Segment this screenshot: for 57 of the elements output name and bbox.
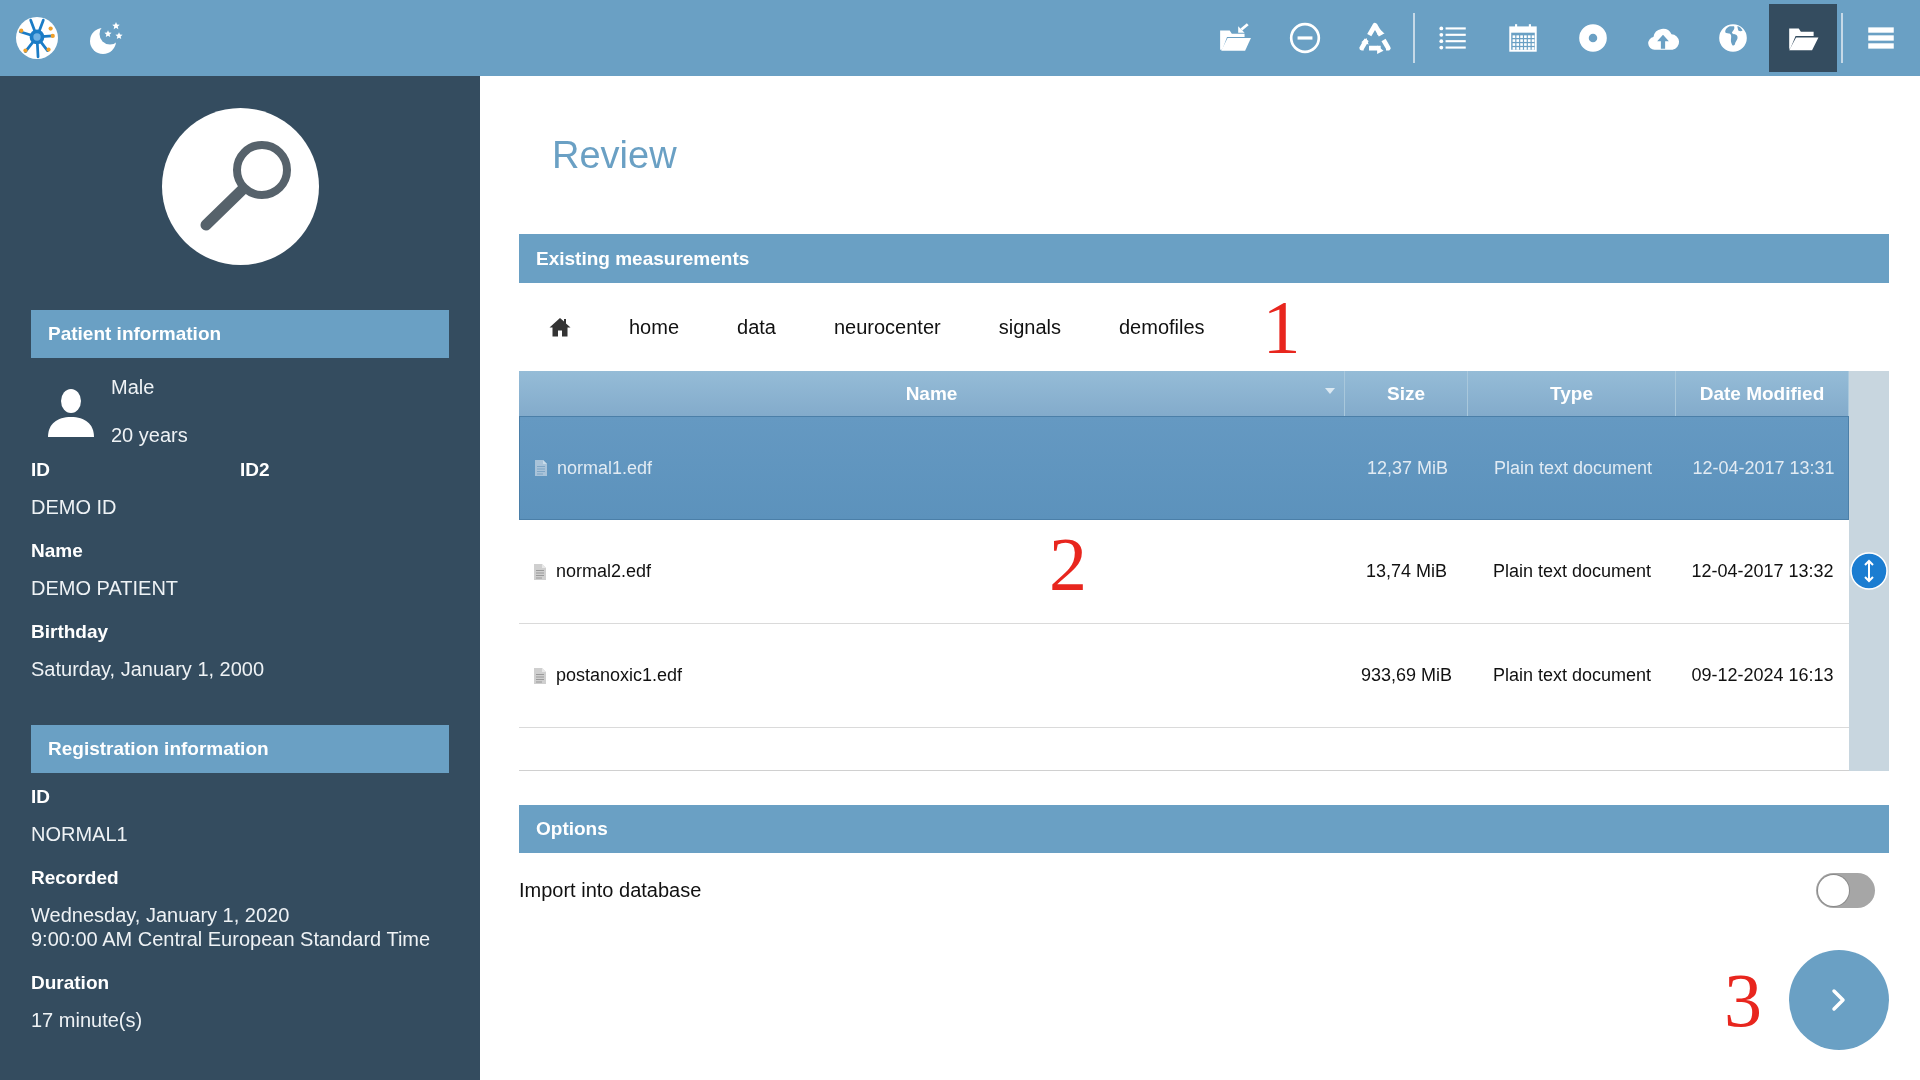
field-label: Duration [31,971,111,995]
field-value: NORMAL1 [31,822,129,846]
scroll-handle-icon[interactable] [1850,552,1888,590]
field-value: DEMO ID [31,495,118,519]
caret-icon [1325,388,1335,394]
page-title: Review [552,133,678,178]
field-label: Name [31,539,84,563]
file-name: normal1.edf [557,457,653,479]
section-header: Options [519,805,1889,853]
field-value: Wednesday, January 1, 2020 [31,903,291,927]
field-value: 9:00:00 AM Central European Standard Time [31,927,432,951]
table-cell: 12-04-2017 13:31 [1692,457,1835,479]
field-value: 17 minute(s) [31,1008,144,1032]
annotation-number: 2 [1049,524,1087,604]
minus-circle-icon [1288,21,1322,55]
breadcrumb-link[interactable]: demofiles [1119,315,1205,339]
table-cell: Plain text document [1492,665,1652,686]
field-value: Saturday, January 1, 2000 [31,657,266,681]
breadcrumb-link[interactable]: data [737,315,776,339]
folder-button[interactable] [1769,4,1837,72]
section-header: Existing measurements [519,234,1889,283]
annotation-number: 1 [1262,287,1301,367]
moon-stars-icon[interactable] [88,20,124,56]
toggle-switch[interactable] [1816,872,1875,908]
setting-label: Import into database [519,878,702,902]
breadcrumb-link[interactable]: signals [998,315,1061,339]
field-label: Birthday [31,620,110,644]
patient-age: 20 years [111,423,188,447]
section-header: Registration information [31,725,449,773]
field-label: ID [31,785,51,809]
breadcrumb-link[interactable]: home [629,315,680,339]
calendar-icon [1506,21,1540,55]
table-cell: 09-12-2024 16:13 [1691,665,1834,686]
file-name: postanoxic1.edf [556,665,683,686]
recycle-icon [1358,21,1392,55]
file-icon [534,667,546,684]
table-cell: 12,37 MiB [1366,457,1448,479]
annotation-number: 3 [1724,960,1762,1040]
field-label: ID [31,458,51,482]
field-label: ID2 [240,458,271,482]
table-cell: 13,74 MiB [1365,561,1447,582]
section-header: Patient information [31,310,449,358]
field-label: Recorded [31,866,120,890]
patient-sex: Male [111,375,156,399]
home-icon[interactable] [549,317,571,337]
table-cell: 933,69 MiB [1360,665,1453,686]
field-value: DEMO PATIENT [31,576,180,600]
magnifier-icon [161,108,319,265]
file-name: normal2.edf [556,561,652,582]
table-cell: Plain text document [1492,561,1652,582]
table-row[interactable]: postanoxic1.edf 933,69 MiB Plain text document 09-12-2024 16:13 [519,624,1849,728]
file-icon [535,460,547,476]
breadcrumb-link[interactable]: neurocenter [833,315,941,339]
file-icon [534,563,546,580]
table-cell: Plain text document [1493,457,1653,479]
logo-icon [16,17,58,59]
globe-icon [1716,21,1750,55]
